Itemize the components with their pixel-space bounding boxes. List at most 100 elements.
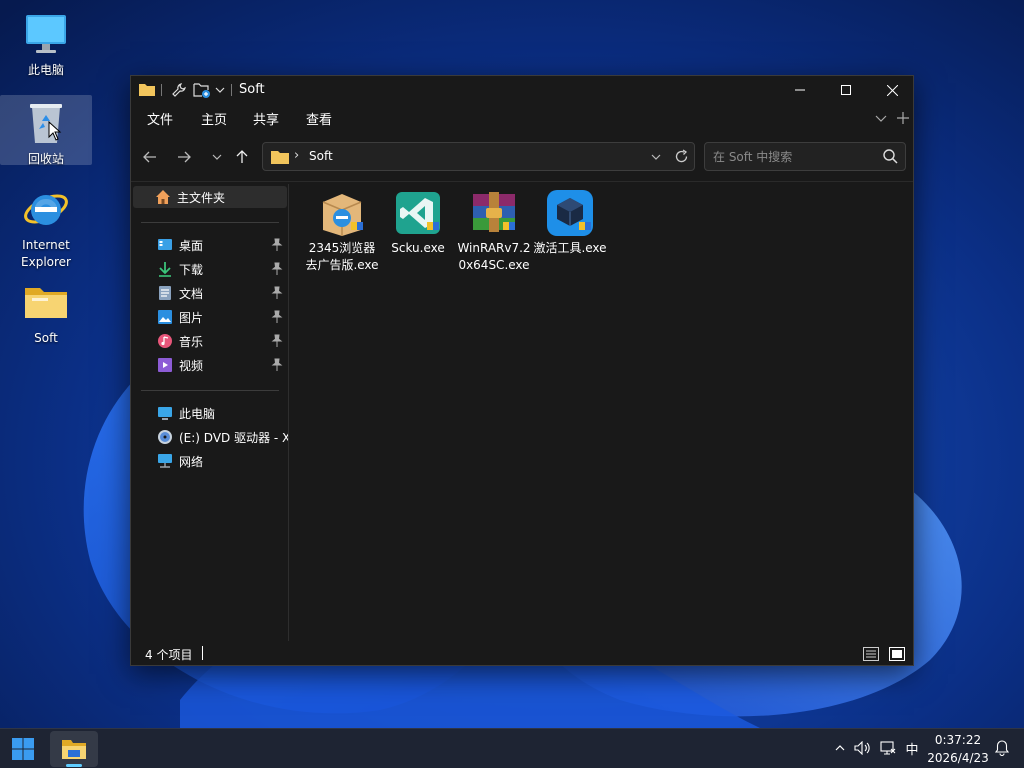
ribbon-menu-bar: 文件 主页 共享 查看 [131, 106, 913, 130]
sidebar-item-home[interactable]: 主文件夹 [133, 186, 287, 208]
file-item-2345-browser[interactable]: 2345浏览器去广告版.exe [305, 188, 379, 274]
visual-studio-icon [393, 188, 443, 238]
sidebar-item-downloads[interactable]: 下载 [133, 258, 287, 280]
pin-icon[interactable] [271, 286, 283, 300]
add-tab-icon[interactable] [895, 106, 911, 130]
minimize-button[interactable] [777, 76, 823, 104]
search-input[interactable] [713, 148, 878, 166]
file-name: 2345浏览器去广告版.exe [305, 241, 379, 272]
sidebar-item-videos[interactable]: 视频 [133, 354, 287, 376]
taskbar: 中 0:37:22 2026/4/23 [0, 728, 1024, 768]
sidebar-item-this-pc[interactable]: 此电脑 [133, 402, 287, 424]
breadcrumb-soft[interactable]: Soft [309, 149, 333, 163]
pin-icon[interactable] [271, 334, 283, 348]
file-item-winrar[interactable]: WinRARv7.20x64SC.exe [457, 188, 531, 274]
address-bar[interactable]: › Soft [262, 142, 695, 171]
maximize-icon [841, 85, 851, 95]
sidebar-item-label: 音乐 [179, 334, 204, 349]
file-list: 2345浏览器去广告版.exe Scku.exe WinRARv7.20x64S… [291, 184, 913, 641]
notification-bell-icon[interactable] [992, 738, 1012, 758]
recent-locations-button[interactable] [204, 142, 230, 172]
sidebar-item-dvd-drive[interactable]: (E:) DVD 驱动器 - X [133, 426, 288, 448]
network-status-icon[interactable] [878, 738, 898, 758]
divider [131, 181, 913, 182]
sidebar-item-label: 下载 [179, 262, 204, 277]
separator [231, 84, 232, 96]
input-method-indicator[interactable]: 中 [902, 738, 922, 758]
file-item-activation-tool[interactable]: 激活工具.exe [533, 188, 607, 257]
desktop-icon-label: 回收站 [27, 152, 64, 166]
pin-icon[interactable] [271, 358, 283, 372]
file-name: 激活工具.exe [533, 241, 607, 255]
start-button[interactable] [4, 731, 42, 767]
desktop-icon-soft-folder[interactable]: Soft [0, 274, 92, 347]
music-icon [157, 333, 173, 349]
back-button[interactable] [137, 142, 163, 172]
taskbar-file-explorer-button[interactable] [50, 731, 98, 767]
menu-home[interactable]: 主页 [201, 109, 227, 128]
sidebar-item-music[interactable]: 音乐 [133, 330, 287, 352]
sidebar-item-label: 文档 [179, 286, 204, 301]
picture-icon [157, 309, 173, 325]
file-explorer-window: Soft 文件 主页 共享 查看 › Soft 在 Soft 中搜索 主文件夹 … [130, 75, 914, 666]
minimize-icon [795, 89, 805, 91]
desktop-icon-recycle-bin[interactable]: 回收站 [0, 95, 92, 166]
file-item-scku[interactable]: Scku.exe [381, 188, 455, 257]
sidebar-item-label: 网络 [179, 454, 204, 469]
activation-tool-icon [545, 188, 595, 238]
desktop-icon-internet-explorer[interactable]: Internet Explorer [0, 181, 92, 271]
windows-logo-icon [12, 738, 34, 760]
clock[interactable]: 0:37:22 2026/4/23 [922, 731, 994, 767]
video-icon [157, 357, 173, 373]
mouse-cursor-icon [48, 121, 62, 141]
expand-ribbon-chevron-icon[interactable] [873, 106, 889, 130]
desktop-icon-label: Internet Explorer [21, 238, 71, 269]
sidebar-item-network[interactable]: 网络 [133, 450, 287, 472]
browser-installer-icon [317, 188, 367, 238]
sidebar-item-desktop[interactable]: 桌面 [133, 234, 287, 256]
recycle-bin-icon [22, 99, 70, 147]
menu-file[interactable]: 文件 [147, 109, 173, 128]
folder-icon [138, 76, 156, 104]
menu-share[interactable]: 共享 [253, 109, 279, 128]
forward-button[interactable] [171, 142, 197, 172]
desktop-icon-label: Soft [34, 331, 58, 345]
show-hidden-icons-chevron-icon[interactable] [830, 738, 850, 758]
sidebar-item-documents[interactable]: 文档 [133, 282, 287, 304]
address-history-chevron-icon[interactable] [651, 154, 661, 160]
details-view-button[interactable] [862, 645, 880, 663]
file-name: Scku.exe [391, 241, 445, 255]
volume-icon[interactable] [853, 738, 873, 758]
internet-explorer-icon [22, 185, 70, 233]
maximize-button[interactable] [823, 76, 869, 104]
up-button[interactable] [229, 142, 255, 172]
large-icons-view-button[interactable] [888, 645, 906, 663]
sidebar-item-pictures[interactable]: 图片 [133, 306, 287, 328]
search-box [704, 142, 906, 171]
item-count: 4 个项目 [145, 648, 193, 662]
pin-icon[interactable] [271, 238, 283, 252]
chevron-down-icon[interactable] [214, 76, 226, 104]
pin-icon[interactable] [271, 310, 283, 324]
new-folder-icon[interactable] [192, 76, 212, 104]
file-name: WinRARv7.20x64SC.exe [457, 241, 531, 272]
dvd-icon [157, 429, 173, 445]
arrow-up-icon [236, 150, 248, 163]
navigation-bar: › Soft [131, 142, 913, 172]
sidebar-item-label: 桌面 [179, 238, 204, 253]
status-separator [202, 646, 203, 660]
close-button[interactable] [869, 76, 915, 104]
pin-icon[interactable] [271, 262, 283, 276]
desktop-icon-this-pc[interactable]: 此电脑 [0, 6, 92, 79]
properties-wrench-icon[interactable] [170, 76, 188, 104]
sidebar-item-label: 图片 [179, 310, 204, 325]
document-icon [157, 285, 173, 301]
home-icon [155, 189, 171, 205]
monitor-icon [22, 10, 70, 58]
download-icon [157, 261, 173, 277]
arrow-left-icon [143, 151, 156, 163]
search-icon[interactable] [883, 149, 898, 164]
refresh-icon[interactable] [674, 149, 689, 164]
menu-view[interactable]: 查看 [306, 109, 332, 128]
arrow-right-icon [178, 151, 191, 163]
